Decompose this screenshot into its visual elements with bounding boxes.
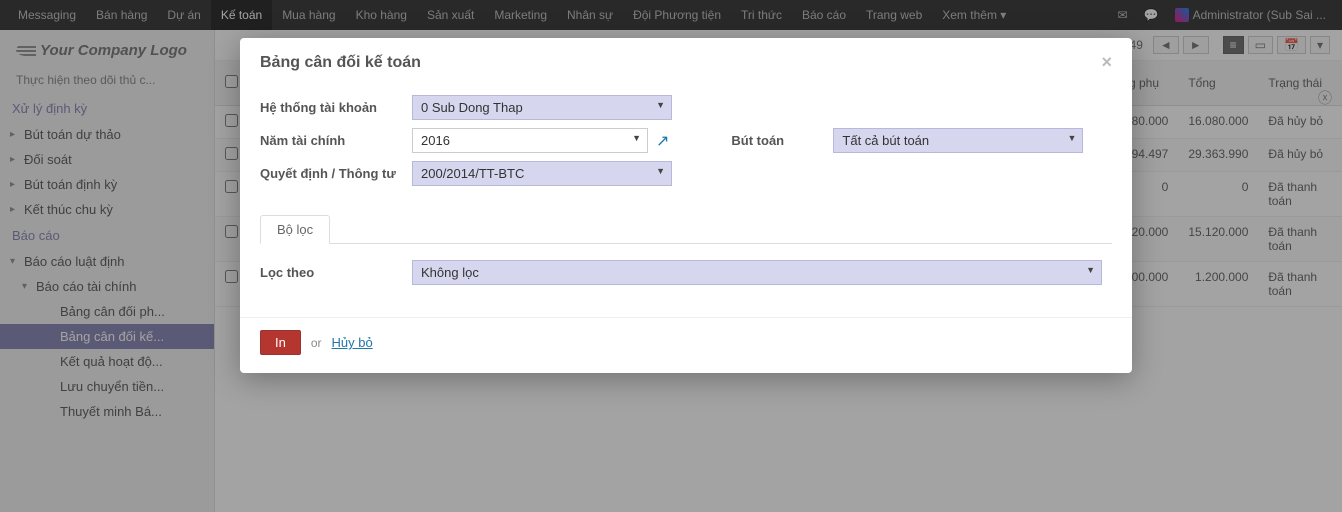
label-filter-by: Lọc theo <box>260 265 400 280</box>
label-fiscal-year: Năm tài chính <box>260 133 400 148</box>
cancel-button[interactable]: Hủy bỏ <box>332 335 373 350</box>
select-account-system[interactable]: 0 Sub Dong Thap <box>412 95 672 120</box>
select-decision[interactable]: 200/2014/TT-BTC <box>412 161 672 186</box>
external-link-icon[interactable]: ↗ <box>656 131 669 151</box>
print-button[interactable]: In <box>260 330 301 355</box>
tab-filter[interactable]: Bộ lọc <box>260 215 330 244</box>
select-entries[interactable]: Tất cả bút toán <box>833 128 1083 153</box>
label-entries: Bút toán <box>731 133 821 148</box>
balance-sheet-dialog: Bảng cân đối kế toán × Hệ thống tài khoả… <box>240 38 1132 373</box>
select-filter-by[interactable]: Không lọc <box>412 260 1102 285</box>
or-text: or <box>311 336 322 350</box>
dialog-title: Bảng cân đối kế toán <box>260 54 421 72</box>
label-account-system: Hệ thống tài khoản <box>260 100 400 115</box>
label-decision: Quyết định / Thông tư <box>260 166 400 181</box>
select-fiscal-year[interactable]: 2016 <box>412 128 648 153</box>
close-icon[interactable]: × <box>1101 52 1112 73</box>
